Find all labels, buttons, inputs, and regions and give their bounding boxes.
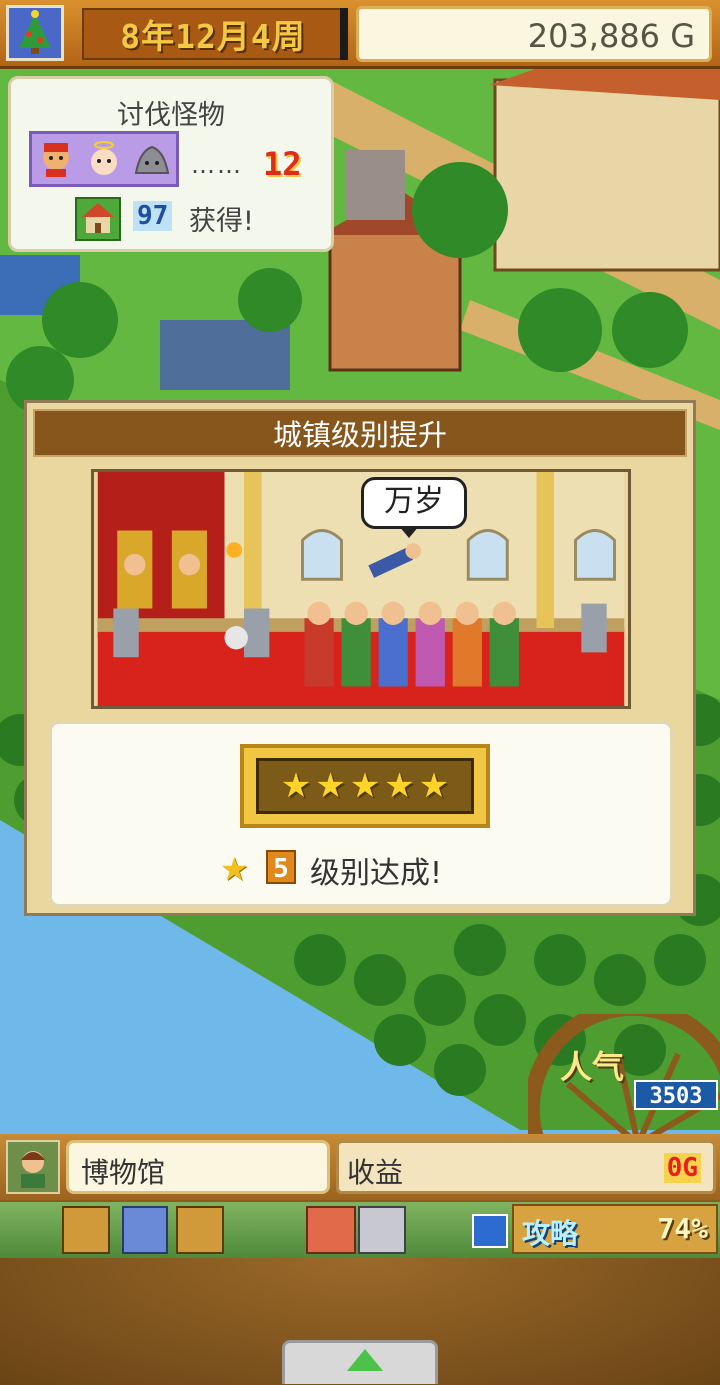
income-display: 收益 0G	[336, 1140, 716, 1194]
rank-achieved-text: 级别达成!	[310, 856, 443, 891]
rating-star-icon: ★	[349, 766, 381, 806]
up-arrow-icon	[347, 1349, 383, 1371]
dialog-header: 城镇级别提升	[33, 409, 687, 457]
star-rating: ★ ★ ★ ★ ★	[256, 758, 474, 814]
star-icon: ★	[220, 850, 249, 888]
speech-bubble: 万岁	[361, 477, 467, 529]
income-value: 0G	[663, 1153, 701, 1183]
reward-amount: 97	[133, 201, 173, 231]
quest-count: 12	[263, 145, 302, 183]
rock-slime-monster-icon	[128, 134, 176, 184]
monster-targets	[29, 131, 179, 187]
treasure-chest-icon[interactable]	[62, 1206, 110, 1254]
angel-monster-icon	[80, 134, 128, 184]
town-level-up-dialog[interactable]: 城镇级别提升 万岁 ★ ★ ★ ★ ★ ★ 5 级别达成!	[24, 400, 696, 916]
gold-amount: 203,886 G	[527, 17, 695, 55]
income-label: 收益	[347, 1156, 404, 1189]
rating-star-icon: ★	[280, 766, 312, 806]
game-date-display: 8年12月4周	[82, 8, 344, 60]
quest-dots: ……	[191, 151, 243, 179]
rating-star-icon: ★	[384, 766, 415, 806]
christmas-tree-icon[interactable]	[6, 5, 64, 61]
level-result-box: ★ ★ ★ ★ ★ ★ 5 级别达成!	[49, 721, 673, 907]
rating-star-icon: ★	[315, 766, 346, 806]
strategy-label: 攻略	[522, 1217, 579, 1250]
strategy-value: 74%	[657, 1212, 708, 1245]
blue-chest-icon[interactable]	[472, 1214, 508, 1248]
quest-panel[interactable]: 讨伐怪物 …… 12 97 获得!	[8, 76, 334, 252]
reward-text: 获得!	[189, 206, 254, 237]
red-warrior-monster-icon	[32, 134, 80, 184]
gold-display: 203,886 G	[356, 6, 712, 62]
house-reward-icon	[75, 197, 121, 241]
facility-name-field[interactable]: 博物馆	[66, 1140, 330, 1194]
open-menu-button[interactable]	[282, 1340, 438, 1384]
popularity-label: 人气	[560, 1048, 625, 1086]
red-hair-character-icon[interactable]	[306, 1206, 356, 1254]
blue-knight-character-icon[interactable]	[122, 1206, 168, 1254]
popularity-value: 3503	[634, 1080, 718, 1110]
facility-name: 博物馆	[81, 1156, 166, 1189]
game-date-text: 8年12月4周	[120, 17, 306, 56]
strategy-progress[interactable]: 攻略 74%	[512, 1204, 718, 1254]
rating-star-icon: ★	[418, 766, 450, 806]
date-divider	[340, 8, 348, 60]
staff-avatar-icon[interactable]	[6, 1140, 60, 1194]
quest-title: 讨伐怪物	[117, 100, 225, 131]
rank-number: 5	[266, 850, 296, 884]
treasure-chest-icon[interactable]	[176, 1206, 224, 1254]
speech-bubble-tail	[399, 526, 419, 538]
star-rating-frame: ★ ★ ★ ★ ★	[240, 744, 490, 828]
dialog-title: 城镇级别提升	[272, 418, 447, 452]
armored-knight-character-icon[interactable]	[358, 1206, 406, 1254]
